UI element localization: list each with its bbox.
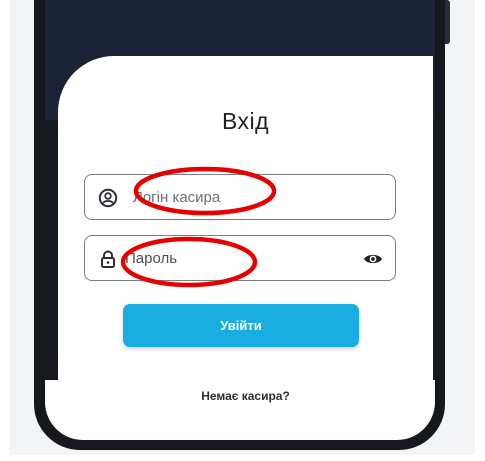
lock-icon (101, 250, 115, 268)
user-circle-icon (98, 188, 118, 208)
login-button[interactable]: Увійти (123, 304, 359, 347)
password-field[interactable]: Пароль (84, 235, 396, 281)
screenshot-stage: Вхід Логін касира Пароль Увійти Немає ка… (0, 0, 485, 461)
password-placeholder: Пароль (125, 250, 178, 267)
eye-icon[interactable] (363, 250, 383, 268)
page-title: Вхід (221, 108, 270, 134)
login-field[interactable]: Логін касира (84, 174, 396, 220)
no-cashier-link[interactable]: Немає касира? (58, 389, 433, 403)
login-placeholder: Логін касира (133, 189, 221, 206)
phone-side-button (445, 0, 450, 44)
